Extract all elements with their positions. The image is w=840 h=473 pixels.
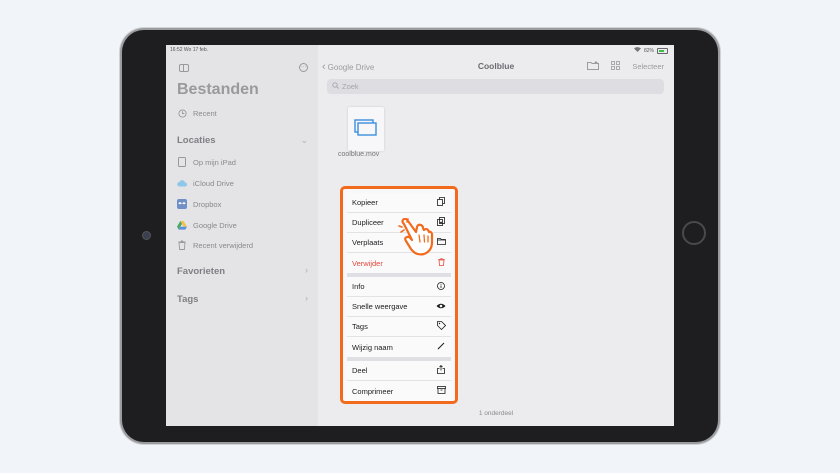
ipad-device: 16:52 Wo 17 feb. ··· Bestanden Recent Lo… <box>122 30 718 442</box>
menu-item-label: Dupliceer <box>352 218 384 227</box>
sidebar-item-ipad[interactable]: Op mijn iPad <box>177 157 236 167</box>
menu-item-info[interactable]: Info <box>347 277 451 297</box>
section-tags[interactable]: Tags <box>177 294 198 305</box>
pointing-hand-icon <box>398 217 434 261</box>
sidebar-item-label: Recent <box>193 108 217 118</box>
camera-icon <box>142 231 151 240</box>
tag-icon <box>436 321 446 332</box>
status-time: 16:52 Wo 17 feb. <box>170 47 208 53</box>
info-icon <box>436 281 446 292</box>
search-icon <box>332 82 339 91</box>
grid-view-icon[interactable] <box>611 61 621 72</box>
status-time-text: 16:52 <box>170 47 183 53</box>
video-file-icon <box>354 119 377 136</box>
sidebar-item-label: iCloud Drive <box>193 178 234 188</box>
sidebar-item-label: Google Drive <box>193 220 237 230</box>
folder-icon <box>436 238 446 247</box>
search-field[interactable]: Zoek <box>327 79 664 94</box>
sidebar-item-label: Dropbox <box>193 199 222 209</box>
file-name[interactable]: coolblue.mov <box>338 151 379 158</box>
status-date-text: Wo 17 feb. <box>183 47 208 53</box>
battery-percent: 82% <box>643 47 654 54</box>
sidebar-item-label: Recent verwijderd <box>193 240 254 250</box>
share-icon <box>436 364 446 376</box>
google-drive-icon <box>177 220 187 230</box>
sidebar-item-dropbox[interactable]: Dropbox <box>177 199 221 209</box>
dropbox-icon <box>177 199 187 209</box>
chevron-right-icon[interactable]: › <box>305 293 308 303</box>
menu-item-label: Snelle weergave <box>352 302 408 311</box>
sidebar-toggle-icon[interactable] <box>179 64 189 72</box>
menu-item-label: Verwijder <box>352 258 383 268</box>
menu-item-label: Verplaats <box>352 238 384 247</box>
menu-item-label: Tags <box>352 322 368 331</box>
sidebar-item-google-drive[interactable]: Google Drive <box>177 220 237 230</box>
menu-item-label: Kopieer <box>352 198 378 207</box>
battery-icon <box>657 47 668 54</box>
menu-item-label: Comprimeer <box>352 386 394 396</box>
sidebar: 16:52 Wo 17 feb. ··· Bestanden Recent Lo… <box>166 45 319 426</box>
home-button[interactable] <box>682 221 706 245</box>
menu-item-tags[interactable]: Tags <box>347 317 451 337</box>
menu-item-copy[interactable]: Kopieer <box>347 193 451 213</box>
chevron-down-icon[interactable]: ⌄ <box>300 135 308 146</box>
nav-actions: Selecteer <box>587 61 664 72</box>
menu-item-share[interactable]: Deel <box>347 361 451 381</box>
clock-icon <box>177 108 187 118</box>
menu-item-label: Info <box>352 282 365 291</box>
sidebar-item-label: Op mijn iPad <box>193 157 236 167</box>
more-options-icon[interactable]: ··· <box>299 63 308 72</box>
section-favorites[interactable]: Favorieten <box>177 266 225 277</box>
item-count: 1 onderdeel <box>478 410 514 417</box>
sidebar-item-recent[interactable]: Recent <box>177 108 217 118</box>
search-placeholder: Zoek <box>342 82 359 91</box>
wifi-icon <box>633 47 641 54</box>
trash-icon <box>177 240 187 250</box>
copy-icon <box>436 197 446 208</box>
duplicate-icon <box>436 217 446 228</box>
archive-icon <box>436 386 446 396</box>
sidebar-item-recently-deleted[interactable]: Recent verwijderd <box>177 240 253 250</box>
section-locations[interactable]: Locaties <box>177 135 216 146</box>
status-indicators: 82% <box>633 47 668 54</box>
trash-icon <box>436 258 446 268</box>
icloud-icon <box>177 178 187 188</box>
new-folder-icon[interactable] <box>587 61 600 72</box>
menu-item-compress[interactable]: Comprimeer <box>347 381 451 401</box>
menu-item-label: Deel <box>352 366 368 375</box>
menu-item-label: Wijzig naam <box>352 342 393 352</box>
sidebar-title: Bestanden <box>177 81 259 98</box>
eye-icon <box>436 302 446 311</box>
select-button[interactable]: Selecteer <box>632 62 664 71</box>
pencil-icon <box>436 342 446 352</box>
menu-item-quick-look[interactable]: Snelle weergave <box>347 297 451 317</box>
sidebar-item-icloud[interactable]: iCloud Drive <box>177 178 234 188</box>
menu-item-rename[interactable]: Wijzig naam <box>347 337 451 357</box>
ipad-screen: 16:52 Wo 17 feb. ··· Bestanden Recent Lo… <box>166 45 674 426</box>
ipad-icon <box>177 157 187 167</box>
chevron-right-icon[interactable]: › <box>305 265 308 275</box>
file-thumbnail[interactable] <box>348 107 384 151</box>
